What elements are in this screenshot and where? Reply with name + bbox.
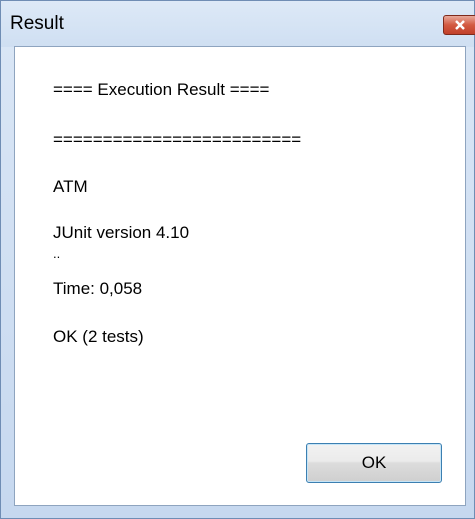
separator-line: ========================= (53, 130, 302, 149)
junit-version-text: JUnit version 4.10 (53, 223, 190, 242)
close-button[interactable] (443, 15, 475, 35)
title-bar[interactable]: Result (1, 1, 475, 47)
ok-button[interactable]: OK (306, 443, 442, 483)
test-class-name: ATM (53, 177, 88, 196)
close-icon (455, 20, 465, 30)
result-content-area: ==== Execution Result ==== =============… (14, 46, 466, 506)
test-summary-text: OK (2 tests) (53, 327, 144, 346)
result-header-line: ==== Execution Result ==== (53, 80, 270, 99)
execution-time-text: Time: 0,058 (53, 279, 143, 298)
window-title: Result (10, 13, 64, 34)
progress-dots: .. (53, 246, 61, 261)
